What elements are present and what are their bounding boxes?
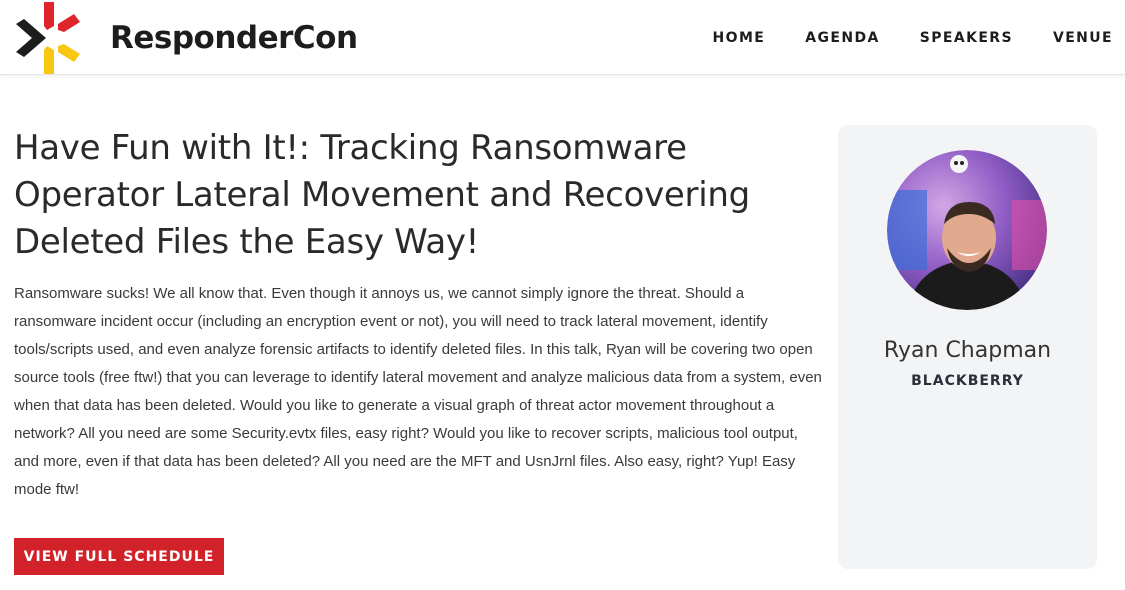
site-name: ResponderCon: [110, 19, 358, 56]
talk-title: Have Fun with It!: Tracking Ransomware O…: [14, 128, 750, 262]
nav-venue[interactable]: VENUE: [1053, 30, 1113, 46]
talk-abstract: Ransomware sucks! We all know that. Even…: [14, 285, 822, 498]
speaker-avatar[interactable]: [887, 150, 1047, 310]
respondercon-logo-icon: [16, 1, 80, 74]
main-nav: HOME AGENDA SPEAKERS VENUE: [713, 0, 1113, 75]
nav-home[interactable]: HOME: [713, 30, 766, 46]
site-header: ResponderCon HOME AGENDA SPEAKERS VENUE: [0, 0, 1125, 75]
speaker-name: Ryan Chapman: [883, 338, 1052, 363]
nav-agenda[interactable]: AGENDA: [805, 30, 879, 46]
view-full-schedule-button[interactable]: VIEW FULL SCHEDULE: [14, 538, 224, 575]
speaker-card: Ryan Chapman BLACKBERRY: [838, 125, 1097, 569]
nav-speakers[interactable]: SPEAKERS: [920, 30, 1013, 46]
logo-link[interactable]: ResponderCon: [14, 0, 358, 75]
speaker-company: BLACKBERRY: [911, 373, 1024, 389]
talk-details: Have Fun with It!: Tracking Ransomware O…: [14, 125, 824, 504]
